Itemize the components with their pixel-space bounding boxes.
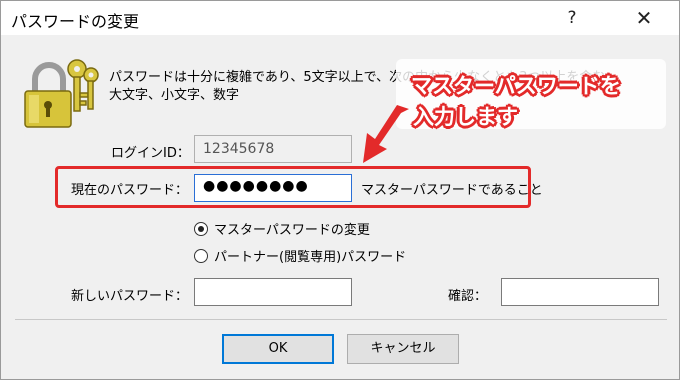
- password-mask: ●●●●●●●●: [203, 178, 309, 194]
- password-change-dialog: パスワードの変更 ? ✕ パスワードは十分に複雑であり、5文字以上で、次の中から…: [0, 0, 680, 380]
- separator: [15, 319, 667, 320]
- current-password-label: 現在のパスワード：: [71, 183, 189, 198]
- title-bar: パスワードの変更 ? ✕: [1, 1, 679, 35]
- current-password-input[interactable]: ●●●●●●●●: [194, 174, 352, 202]
- confirm-password-input[interactable]: [501, 278, 659, 306]
- new-password-label: 新しいパスワード：: [71, 289, 189, 304]
- close-button[interactable]: ✕: [621, 3, 667, 33]
- confirm-label: 確認：: [448, 289, 488, 304]
- annotation-line-2: 入力します: [413, 105, 518, 129]
- radio-button-checked[interactable]: [194, 221, 208, 236]
- window-title: パスワードの変更: [11, 12, 140, 31]
- radio-label: パートナー(閲覧専用)パスワード: [214, 250, 407, 265]
- help-button[interactable]: ?: [549, 3, 595, 33]
- padlock-keys-icon: [24, 59, 99, 128]
- radio-master-password[interactable]: マスターパスワードの変更: [194, 219, 370, 238]
- radio-investor-password[interactable]: パートナー(閲覧専用)パスワード: [194, 246, 406, 265]
- master-password-note: マスターパスワードであること: [361, 183, 543, 198]
- radio-button[interactable]: [194, 248, 208, 263]
- radio-label: マスターパスワードの変更: [214, 223, 370, 238]
- annotation-line-1: マスターパスワードを: [411, 74, 621, 98]
- login-id-label: ログインID：: [111, 146, 190, 161]
- new-password-input[interactable]: [194, 278, 352, 306]
- cancel-button[interactable]: キャンセル: [347, 334, 459, 364]
- red-arrow-icon: [363, 105, 409, 163]
- ok-button[interactable]: OK: [222, 334, 334, 364]
- login-id-field: 12345678: [194, 135, 352, 163]
